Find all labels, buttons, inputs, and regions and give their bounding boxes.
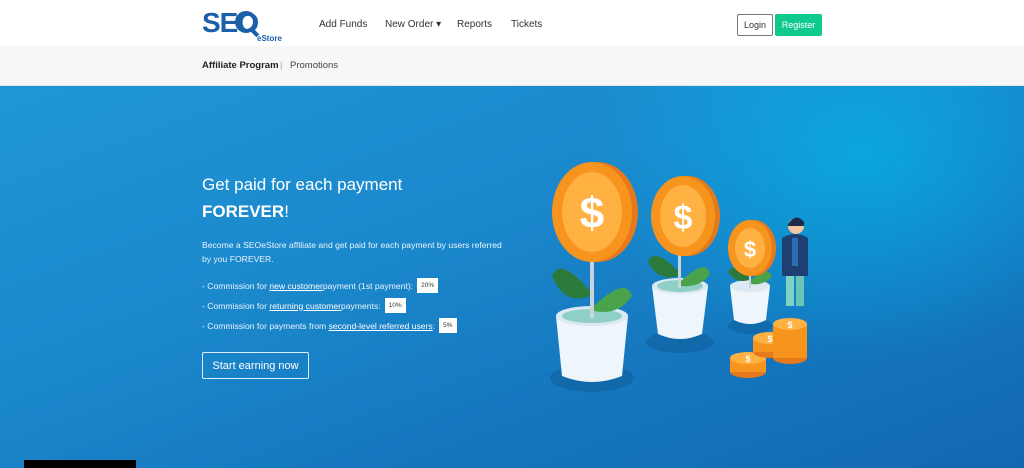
nav-reports[interactable]: Reports bbox=[457, 19, 492, 30]
top-navbar: SEO eStore Add Funds New Order ▾ Reports… bbox=[0, 0, 1024, 46]
tab-affiliate-program[interactable]: Affiliate Program bbox=[202, 60, 279, 71]
commission-prefix: - Commission for bbox=[202, 300, 267, 311]
hero-title-line1: Get paid for each payment bbox=[202, 175, 403, 194]
tab-promotions[interactable]: Promotions bbox=[290, 60, 338, 71]
hero-banner: Get paid for each payment FOREVER! Becom… bbox=[0, 86, 1024, 468]
commission-badge: 10% bbox=[384, 298, 406, 313]
commission-row: - Commission for returning customer paym… bbox=[202, 298, 406, 313]
new-customer-link[interactable]: new customer bbox=[269, 281, 323, 291]
svg-text:$: $ bbox=[745, 354, 750, 364]
login-button[interactable]: Login bbox=[737, 14, 773, 36]
commission-badge: 5% bbox=[439, 318, 457, 333]
svg-text:$: $ bbox=[744, 237, 756, 262]
hero-description: Become a SEOeStore affiliate and get pai… bbox=[202, 240, 502, 264]
commission-suffix: payments: bbox=[341, 300, 381, 311]
returning-customer-link[interactable]: returning customer bbox=[269, 301, 341, 311]
commission-suffix: : bbox=[432, 320, 436, 331]
affiliate-subnav: Affiliate Program | Promotions bbox=[0, 46, 1024, 86]
seoestore-logo[interactable]: SEO eStore bbox=[202, 8, 282, 44]
magnifier-icon bbox=[235, 11, 257, 33]
money-plant-illustration: $ $ $ $ $ $ bbox=[550, 162, 808, 392]
hero-title-bold: FOREVER bbox=[202, 202, 285, 221]
start-earning-button[interactable]: Start earning now bbox=[202, 352, 309, 379]
commission-prefix: - Commission for payments from bbox=[202, 320, 327, 331]
commission-prefix: - Commission for bbox=[202, 280, 267, 291]
commission-suffix: payment (1st payment): bbox=[322, 280, 414, 291]
commission-row: - Commission for payments from second-le… bbox=[202, 318, 457, 333]
svg-text:$: $ bbox=[674, 199, 693, 237]
commission-row: - Commission for new customer payment (1… bbox=[202, 278, 439, 293]
nav-tickets[interactable]: Tickets bbox=[511, 19, 542, 30]
subnav-separator: | bbox=[280, 60, 283, 71]
svg-text:$: $ bbox=[787, 320, 792, 330]
register-button[interactable]: Register bbox=[775, 14, 822, 36]
logo-subtext: eStore bbox=[257, 34, 282, 43]
commission-badge: 20% bbox=[417, 278, 439, 293]
svg-text:$: $ bbox=[767, 334, 772, 344]
bottom-dark-strip bbox=[24, 460, 136, 468]
second-level-link[interactable]: second-level referred users bbox=[329, 321, 433, 331]
nav-new-order[interactable]: New Order ▾ bbox=[385, 19, 441, 30]
hero-title-tail: ! bbox=[284, 202, 289, 221]
hero-title-line2: FOREVER! bbox=[202, 202, 289, 222]
svg-text:$: $ bbox=[580, 189, 604, 238]
nav-add-funds[interactable]: Add Funds bbox=[319, 19, 367, 30]
